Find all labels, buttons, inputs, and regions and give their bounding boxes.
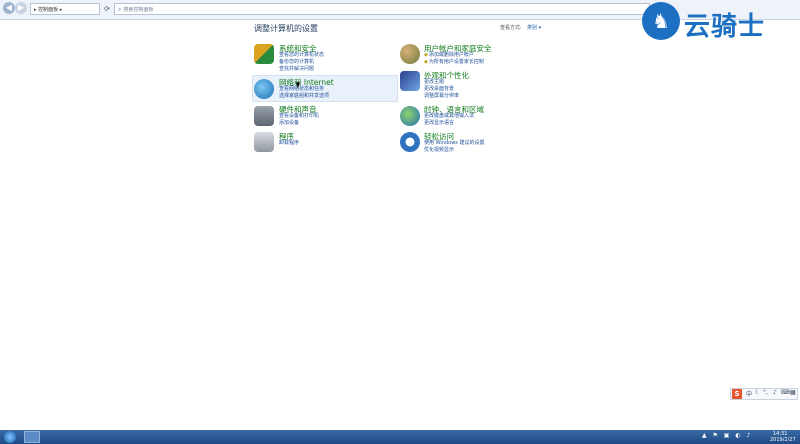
link-screen-resolution[interactable]: 调整屏幕分辨率 — [424, 93, 459, 101]
link-parental-controls[interactable]: ◆为所有用户设置家长控制 — [424, 59, 484, 67]
search-placeholder: 搜索控制面板 — [123, 7, 154, 13]
brand-logo-icon: ♞ — [642, 2, 680, 40]
link-add-remove-accounts-label: 添加或删除用户帐户 — [428, 52, 474, 58]
ime-chinese-mode-icon[interactable]: 中 — [746, 389, 752, 398]
clock-globe-icon[interactable] — [400, 106, 420, 126]
breadcrumb[interactable]: ▸ 控制面板 ▸ — [30, 3, 100, 15]
uac-shield-icon: ◆ — [424, 52, 428, 58]
link-add-device[interactable]: 添加设备 — [279, 120, 299, 128]
view-by-dropdown[interactable]: 类别 ▾ — [527, 24, 541, 31]
monitor-appearance-icon[interactable] — [400, 71, 420, 91]
page-title: 调整计算机的设置 — [254, 24, 318, 33]
brand-logo-text: 云骑士 — [684, 12, 766, 42]
link-optimize-visual-display[interactable]: 优化视频显示 — [424, 147, 454, 155]
link-parental-controls-label: 为所有用户设置家长控制 — [428, 59, 484, 65]
uac-shield-icon: ◆ — [424, 59, 428, 65]
ime-logo-icon[interactable]: S — [732, 389, 742, 399]
link-homegroup-sharing[interactable]: 选择家庭组和共享选项 — [279, 93, 329, 101]
link-troubleshoot[interactable]: 查找并解决问题 — [279, 66, 314, 74]
ime-punctuation-icon[interactable]: °, — [763, 389, 768, 396]
ime-moon-icon[interactable]: ☾ — [755, 389, 760, 396]
view-by-label: 查看方式: — [500, 25, 522, 31]
link-uninstall-program[interactable]: 卸载程序 — [279, 140, 299, 148]
ime-keyboard-icon[interactable]: ⌨ — [781, 389, 790, 396]
users-icon[interactable] — [400, 44, 420, 64]
taskbar — [0, 430, 800, 444]
start-button-icon[interactable] — [4, 431, 16, 443]
printer-speaker-icon[interactable] — [254, 106, 274, 126]
system-tray-icons[interactable]: ▲ ⚑ ▣ ◐ ♪ — [702, 432, 752, 439]
taskbar-clock-date[interactable]: 2019/2/27 — [770, 437, 796, 443]
ime-settings-icon[interactable]: ▦ — [790, 389, 796, 396]
forward-arrow-icon[interactable]: ▶ — [15, 2, 27, 14]
taskbar-control-panel-button[interactable] — [24, 431, 40, 443]
ease-of-access-icon[interactable] — [400, 132, 420, 152]
back-arrow-icon[interactable]: ◀ — [3, 2, 15, 14]
search-input[interactable]: ⌕ 搜索控制面板 — [114, 3, 650, 15]
refresh-icon[interactable]: ⟳ — [102, 3, 112, 15]
ime-microphone-icon[interactable]: ♪ — [773, 389, 777, 396]
link-change-display-language[interactable]: 更改显示语言 — [424, 120, 454, 128]
shield-computer-icon[interactable] — [254, 44, 274, 64]
network-globe-icon[interactable] — [254, 79, 274, 99]
search-icon: ⌕ — [118, 6, 122, 13]
programs-icon[interactable] — [254, 132, 274, 152]
